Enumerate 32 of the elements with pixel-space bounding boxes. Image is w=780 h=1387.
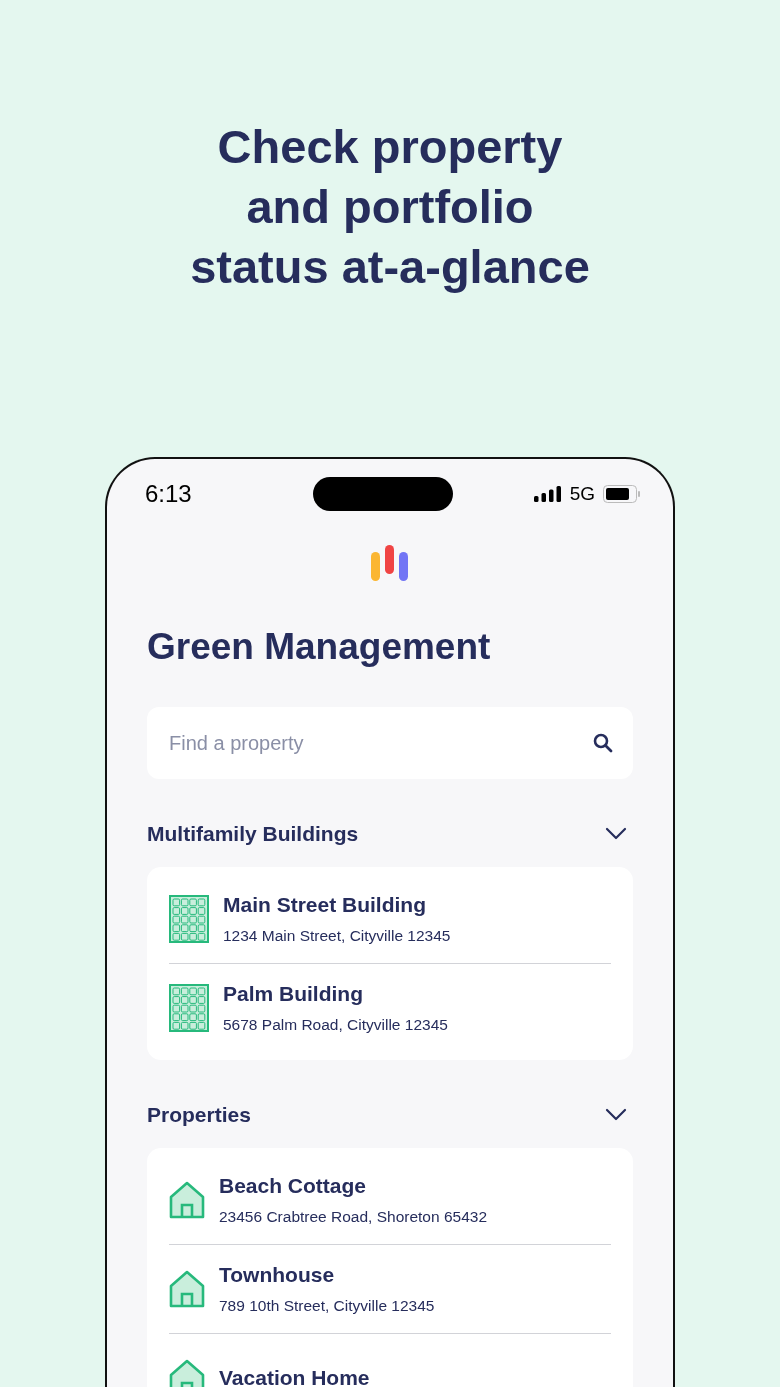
house-icon: [169, 1181, 205, 1219]
house-icon: [169, 1270, 205, 1308]
property-item[interactable]: Main Street Building 1234 Main Street, Cityville 12345: [169, 875, 611, 963]
search-field[interactable]: Find a property: [147, 707, 633, 779]
building-icon: [169, 895, 209, 943]
property-name: Palm Building: [223, 982, 364, 1006]
chevron-icon[interactable]: [605, 1108, 627, 1122]
property-address: 1234 Main Street, Cityville 12345: [223, 927, 451, 945]
property-address: 789 10th Street, Cityville 12345: [219, 1297, 435, 1315]
network-label: 5G: [569, 483, 595, 505]
property-item[interactable]: Townhouse 789 10th Street, Cityville 12345: [169, 1244, 611, 1333]
property-item[interactable]: Palm Building 5678 Palm Road, Cityville 12345: [169, 963, 611, 1052]
property-name: Main Street Building: [223, 893, 427, 917]
search-icon: [593, 733, 613, 753]
property-address: 23456 Crabtree Road, Shoreton 65432: [219, 1208, 487, 1226]
chevron-icon[interactable]: [605, 827, 627, 841]
logo-icon: [371, 545, 409, 581]
status-time: 6:13: [145, 480, 193, 508]
section-title: Multifamily Buildings: [147, 822, 359, 846]
property-name: Beach Cottage: [219, 1174, 368, 1198]
property-name: Vacation Home: [219, 1366, 370, 1387]
section-title: Properties: [147, 1103, 251, 1127]
battery-icon: [603, 485, 641, 503]
property-address: 5678 Palm Road, Cityville 12345: [223, 1016, 448, 1034]
signal-icon: [533, 486, 562, 502]
headline: Check property and portfolio status at-a-glance: [190, 119, 590, 295]
app-title: Green Management: [147, 625, 492, 669]
property-item[interactable]: Vacation Home: [169, 1333, 611, 1387]
building-icon: [169, 984, 209, 1032]
property-item[interactable]: Beach Cottage 23456 Crabtree Road, Shoreton 65432: [169, 1156, 611, 1244]
house-icon: [169, 1359, 205, 1387]
property-name: Townhouse: [219, 1263, 336, 1287]
